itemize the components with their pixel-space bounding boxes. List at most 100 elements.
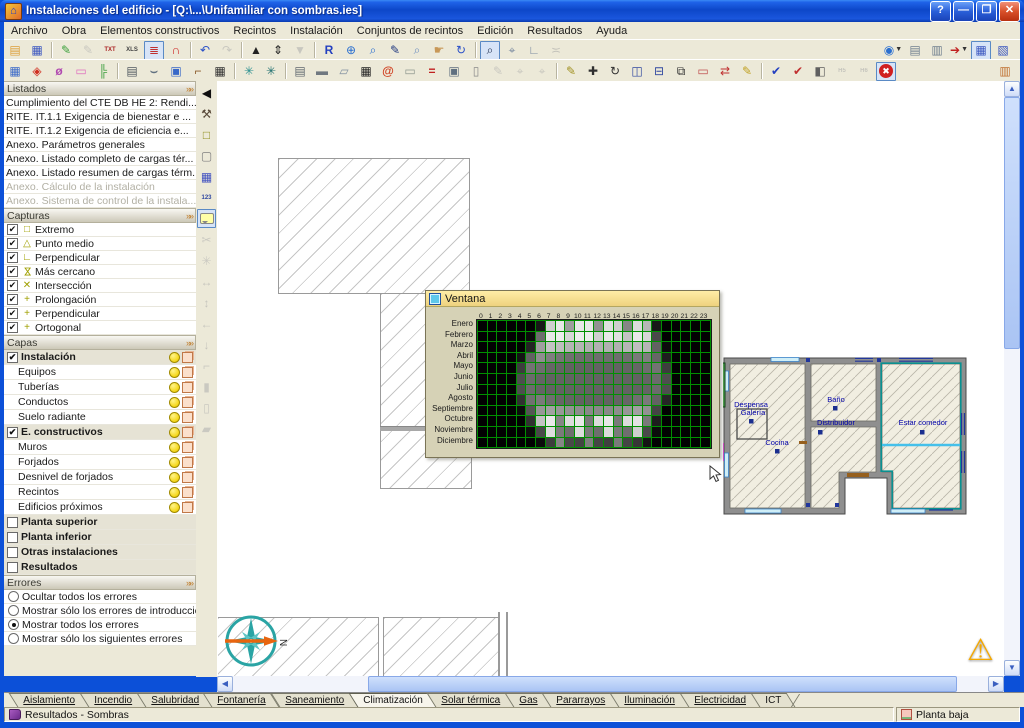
selection-window-button[interactable]: ▢ (197, 146, 216, 165)
maximize-button[interactable]: ❐ (976, 1, 997, 22)
fan-coil-button[interactable]: ✳ (239, 62, 259, 81)
export-button[interactable]: ➔▼ (949, 41, 969, 60)
listados-section-header[interactable]: Listados »» (4, 81, 196, 96)
checkbox[interactable]: ✔ (7, 308, 18, 319)
mirror-x-button[interactable]: ◫ (627, 62, 647, 81)
captura-item[interactable]: ✔+Ortogonal (4, 321, 196, 335)
layer-visible-icon[interactable] (169, 367, 180, 378)
checkbox[interactable]: ✔ (7, 252, 18, 263)
captura-item[interactable]: ✔⋈Más cercano (4, 265, 196, 279)
scroll-right-button[interactable]: ▶ (988, 676, 1004, 692)
duct-button[interactable]: ▭ (400, 62, 420, 81)
error-option[interactable]: Mostrar sólo los siguientes errores (4, 632, 196, 646)
zoom-previous-button[interactable]: ⌕ (407, 41, 427, 60)
layer-visible-icon[interactable] (169, 442, 180, 453)
window-layout-button[interactable]: ▦ (971, 41, 991, 60)
zones-button[interactable]: ▭ (71, 62, 91, 81)
edit-resources-button[interactable]: ✎ (56, 41, 76, 60)
captura-item[interactable]: ✔✕Intersección (4, 279, 196, 293)
configuration-button[interactable]: ⚒ (197, 104, 216, 123)
horizontal-scrollbar[interactable]: ◀ ▶ (217, 676, 1004, 692)
supply-return-pipes-button[interactable]: = (422, 62, 442, 81)
pipe-diameter-button[interactable]: ø (49, 62, 69, 81)
error-option[interactable]: Ocultar todos los errores (4, 590, 196, 604)
air-handler-button[interactable]: ✳ (261, 62, 281, 81)
layer-visible-icon[interactable] (169, 502, 180, 513)
scroll-left-button[interactable]: ◀ (217, 676, 233, 692)
rotate-button[interactable]: ↻ (605, 62, 625, 81)
captura-item[interactable]: ✔□Extremo (4, 223, 196, 237)
tab-salubridad[interactable]: Salubridad (136, 693, 213, 707)
grayscale-view-button[interactable]: ◧ (810, 62, 830, 81)
check-query-button[interactable]: ✔ (788, 62, 808, 81)
plant-select-button[interactable]: ⇕ (268, 41, 288, 60)
layer-3d-icon[interactable] (182, 502, 193, 513)
warning-icon[interactable]: ⚠ (967, 633, 994, 668)
listado-item[interactable]: Anexo. Parámetros generales (4, 138, 196, 152)
current-plant-segment[interactable]: Planta baja (896, 707, 1020, 722)
ventana-popup-titlebar[interactable]: Ventana (426, 291, 719, 307)
layer-visible-icon[interactable] (169, 427, 180, 438)
menu-edición[interactable]: Edición (470, 24, 520, 38)
menu-recintos[interactable]: Recintos (226, 24, 283, 38)
plant-up-button[interactable]: ▲ (246, 41, 266, 60)
chevron-down-icon[interactable]: »» (186, 211, 192, 221)
tab-iluminación[interactable]: Iluminación (610, 693, 689, 707)
radio-button[interactable] (8, 605, 19, 616)
chevron-down-icon[interactable]: »» (186, 338, 192, 348)
checkbox[interactable]: ✔ (7, 294, 18, 305)
scroll-down-button[interactable]: ▼ (1004, 660, 1020, 676)
error-option[interactable]: Mostrar todos los errores (4, 618, 196, 632)
layer-visible-icon[interactable] (169, 382, 180, 393)
ortho-button[interactable]: ∟ (524, 41, 544, 60)
capa-layer[interactable]: Suelo radiante (4, 410, 196, 425)
layer-3d-icon[interactable] (182, 487, 193, 498)
window-next-button[interactable]: ▧ (993, 41, 1013, 60)
copy-button[interactable]: ⧉ (671, 62, 691, 81)
layer-3d-icon[interactable] (182, 382, 193, 393)
layer-3d-icon[interactable] (182, 442, 193, 453)
capa-layer[interactable]: Muros (4, 440, 196, 455)
tab-solar-térmica[interactable]: Solar térmica (427, 693, 515, 707)
layer-visible-icon[interactable] (169, 352, 180, 363)
checkbox[interactable]: ✔ (7, 280, 18, 291)
checkbox[interactable]: ✔ (7, 352, 18, 363)
export-txt-button[interactable]: TXT (100, 41, 120, 60)
grille-button[interactable]: ▦ (210, 62, 230, 81)
layer-3d-icon[interactable] (182, 397, 193, 408)
layer-visible-icon[interactable] (169, 457, 180, 468)
references-button[interactable]: R (319, 41, 339, 60)
layer-visible-icon[interactable] (169, 397, 180, 408)
capas-section-header[interactable]: Capas »» (4, 335, 196, 350)
ventana-popup[interactable]: Ventana 01234567891011121314151617181920… (425, 290, 720, 458)
capa-check[interactable]: Otras instalaciones (4, 545, 196, 560)
search-button[interactable]: ⌕ (480, 41, 500, 60)
vertical-scrollbar[interactable]: ▲ ▼ (1004, 81, 1020, 676)
refresh-view-button[interactable]: ↻ (451, 41, 471, 60)
capa-check[interactable]: Resultados (4, 560, 196, 575)
checkbox[interactable] (7, 532, 18, 543)
checkbox[interactable]: ✔ (7, 266, 18, 277)
menu-resultados[interactable]: Resultados (520, 24, 589, 38)
menu-elementos-constructivos[interactable]: Elementos constructivos (93, 24, 226, 38)
drawing-canvas[interactable]: N (217, 81, 1004, 676)
tab-electricidad[interactable]: Electricidad (679, 693, 759, 707)
listado-item[interactable]: RITE. IT.1.1 Exigencia de bienestar e ..… (4, 110, 196, 124)
fire-protection-button[interactable]: ◈ (27, 62, 47, 81)
radio-button[interactable] (8, 619, 19, 630)
error-option[interactable]: Mostrar sólo los errores de introducción… (4, 604, 196, 618)
magnet-snap-button[interactable]: ∩ (166, 41, 186, 60)
menu-obra[interactable]: Obra (55, 24, 93, 38)
capa-layer[interactable]: Recintos (4, 485, 196, 500)
chevron-down-icon[interactable]: »» (186, 84, 192, 94)
floorplan[interactable]: Despensa Galería Cocina Baño Distribuido… (723, 355, 968, 517)
erase-button[interactable]: ▭ (693, 62, 713, 81)
capa-layer[interactable]: Conductos (4, 395, 196, 410)
help-button[interactable]: ? (930, 1, 951, 22)
redraw-button[interactable]: ✎ (385, 41, 405, 60)
boiler-button[interactable]: ▬ (312, 62, 332, 81)
capturas-section-header[interactable]: Capturas »» (4, 208, 196, 223)
layer-visible-icon[interactable] (169, 412, 180, 423)
menu-conjuntos-de-recintos[interactable]: Conjuntos de recintos (350, 24, 470, 38)
dropdown-arrow-icon[interactable]: ▼ (895, 42, 902, 58)
